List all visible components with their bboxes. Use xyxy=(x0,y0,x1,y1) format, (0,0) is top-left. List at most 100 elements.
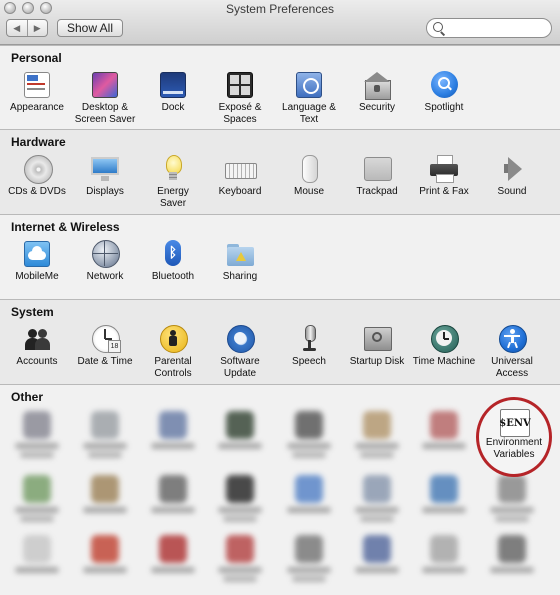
security-icon xyxy=(361,70,393,100)
expose-icon xyxy=(224,70,256,100)
pref-label: Environment Variables xyxy=(485,437,543,460)
pref-dock[interactable]: Dock xyxy=(140,70,206,114)
mouse-icon xyxy=(293,154,325,184)
parental-icon xyxy=(157,324,189,354)
cd-icon xyxy=(21,154,53,184)
pref-spotlight[interactable]: Spotlight xyxy=(411,70,477,114)
pref-label: Exposé & Spaces xyxy=(218,102,262,125)
blurred-pref[interactable] xyxy=(411,411,477,449)
pref-label: Print & Fax xyxy=(419,186,469,197)
pref-label: Dock xyxy=(161,102,185,113)
pref-energy-saver[interactable]: Energy Saver xyxy=(140,154,206,210)
pref-trackpad[interactable]: Trackpad xyxy=(344,154,410,198)
pref-universal-access[interactable]: Universal Access xyxy=(479,324,545,380)
section-title: Hardware xyxy=(11,135,66,149)
folder-icon xyxy=(224,239,256,269)
window-title: System Preferences xyxy=(225,2,335,16)
blurred-pref[interactable] xyxy=(140,535,206,573)
pref-environment-variables[interactable]: $ENV Environment Variables xyxy=(476,397,552,477)
forward-button[interactable]: ▶ xyxy=(26,20,48,36)
blurred-pref[interactable] xyxy=(140,411,206,449)
blurred-pref[interactable] xyxy=(411,475,477,513)
cloud-icon xyxy=(21,239,53,269)
blurred-pref[interactable] xyxy=(207,411,273,449)
pref-label: Sound xyxy=(497,186,527,197)
bluetooth-icon: ᛒ xyxy=(157,239,189,269)
section-internet-wireless: Internet & Wireless MobileMe Network ᛒ B… xyxy=(0,214,560,299)
globe-icon xyxy=(89,239,121,269)
display-icon xyxy=(89,154,121,184)
pref-mobileme[interactable]: MobileMe xyxy=(4,239,70,283)
blurred-pref[interactable] xyxy=(207,475,273,522)
trackpad-icon xyxy=(361,154,393,184)
pref-accounts[interactable]: Accounts xyxy=(4,324,70,368)
blurred-pref[interactable] xyxy=(72,411,138,458)
pref-label: Displays xyxy=(86,186,124,197)
blurred-pref[interactable] xyxy=(479,535,545,573)
microphone-icon xyxy=(293,324,325,354)
pref-language-text[interactable]: Language & Text xyxy=(276,70,342,126)
blurred-pref[interactable] xyxy=(276,475,342,513)
pref-security[interactable]: Security xyxy=(344,70,410,114)
update-icon xyxy=(224,324,256,354)
back-button[interactable]: ◀ xyxy=(7,20,27,36)
pref-label: CDs & DVDs xyxy=(8,186,66,197)
search-icon xyxy=(433,22,443,32)
pref-date-time[interactable]: 18 Date & Time xyxy=(72,324,138,368)
printer-icon xyxy=(428,154,460,184)
pref-mouse[interactable]: Mouse xyxy=(276,154,342,198)
blurred-pref[interactable] xyxy=(72,535,138,573)
blurred-pref[interactable] xyxy=(4,475,70,522)
pref-software-update[interactable]: Software Update xyxy=(207,324,273,380)
time-machine-icon xyxy=(428,324,460,354)
pref-sound[interactable]: Sound xyxy=(479,154,545,198)
section-title: Other xyxy=(11,390,44,404)
section-title: Personal xyxy=(11,51,62,65)
pref-desktop-screen-saver[interactable]: Desktop & Screen Saver xyxy=(72,70,138,126)
pref-displays[interactable]: Displays xyxy=(72,154,138,198)
pref-expose-spaces[interactable]: Exposé & Spaces xyxy=(207,70,273,126)
pref-label: Keyboard xyxy=(218,186,262,197)
section-system: System Accounts 18 Date & Time Parental … xyxy=(0,299,560,384)
pref-label: Network xyxy=(86,271,124,282)
clock-icon: 18 xyxy=(89,324,121,354)
blurred-pref[interactable] xyxy=(344,535,410,573)
blurred-pref[interactable] xyxy=(140,475,206,513)
pref-label: Energy Saver xyxy=(157,186,189,209)
section-title: Internet & Wireless xyxy=(11,220,120,234)
pref-speech[interactable]: Speech xyxy=(276,324,342,368)
pref-bluetooth[interactable]: ᛒ Bluetooth xyxy=(140,239,206,283)
section-hardware: Hardware CDs & DVDs Displays Energy Save… xyxy=(0,129,560,214)
blurred-pref[interactable] xyxy=(4,411,70,458)
pref-print-fax[interactable]: Print & Fax xyxy=(411,154,477,198)
blurred-pref[interactable] xyxy=(72,475,138,513)
blurred-pref[interactable] xyxy=(479,475,545,522)
pref-label: Trackpad xyxy=(356,186,398,197)
dock-icon xyxy=(157,70,189,100)
bulb-icon xyxy=(157,154,189,184)
back-forward-control: ◀ ▶ xyxy=(6,19,48,37)
blurred-pref[interactable] xyxy=(276,535,342,582)
blurred-pref[interactable] xyxy=(411,535,477,573)
pref-time-machine[interactable]: Time Machine xyxy=(411,324,477,368)
spotlight-icon xyxy=(428,70,460,100)
pref-label: Sharing xyxy=(222,271,258,282)
pref-startup-disk[interactable]: Startup Disk xyxy=(344,324,410,368)
pref-label: Universal Access xyxy=(491,356,533,379)
blurred-pref[interactable] xyxy=(4,535,70,573)
blurred-pref[interactable] xyxy=(276,411,342,458)
pref-appearance[interactable]: Appearance xyxy=(4,70,70,114)
blurred-pref[interactable] xyxy=(207,535,273,582)
pref-sharing[interactable]: Sharing xyxy=(207,239,273,283)
pref-label: Accounts xyxy=(16,356,58,367)
pref-cds-dvds[interactable]: CDs & DVDs xyxy=(4,154,70,198)
pref-parental-controls[interactable]: Parental Controls xyxy=(140,324,206,380)
pref-network[interactable]: Network xyxy=(72,239,138,283)
blurred-pref[interactable] xyxy=(344,475,410,522)
show-all-button[interactable]: Show All xyxy=(57,19,123,37)
search-input[interactable] xyxy=(426,18,552,38)
blurred-pref[interactable] xyxy=(344,411,410,458)
universal-access-icon xyxy=(496,324,528,354)
pref-keyboard[interactable]: Keyboard xyxy=(207,154,273,198)
pref-label: Time Machine xyxy=(412,356,476,367)
